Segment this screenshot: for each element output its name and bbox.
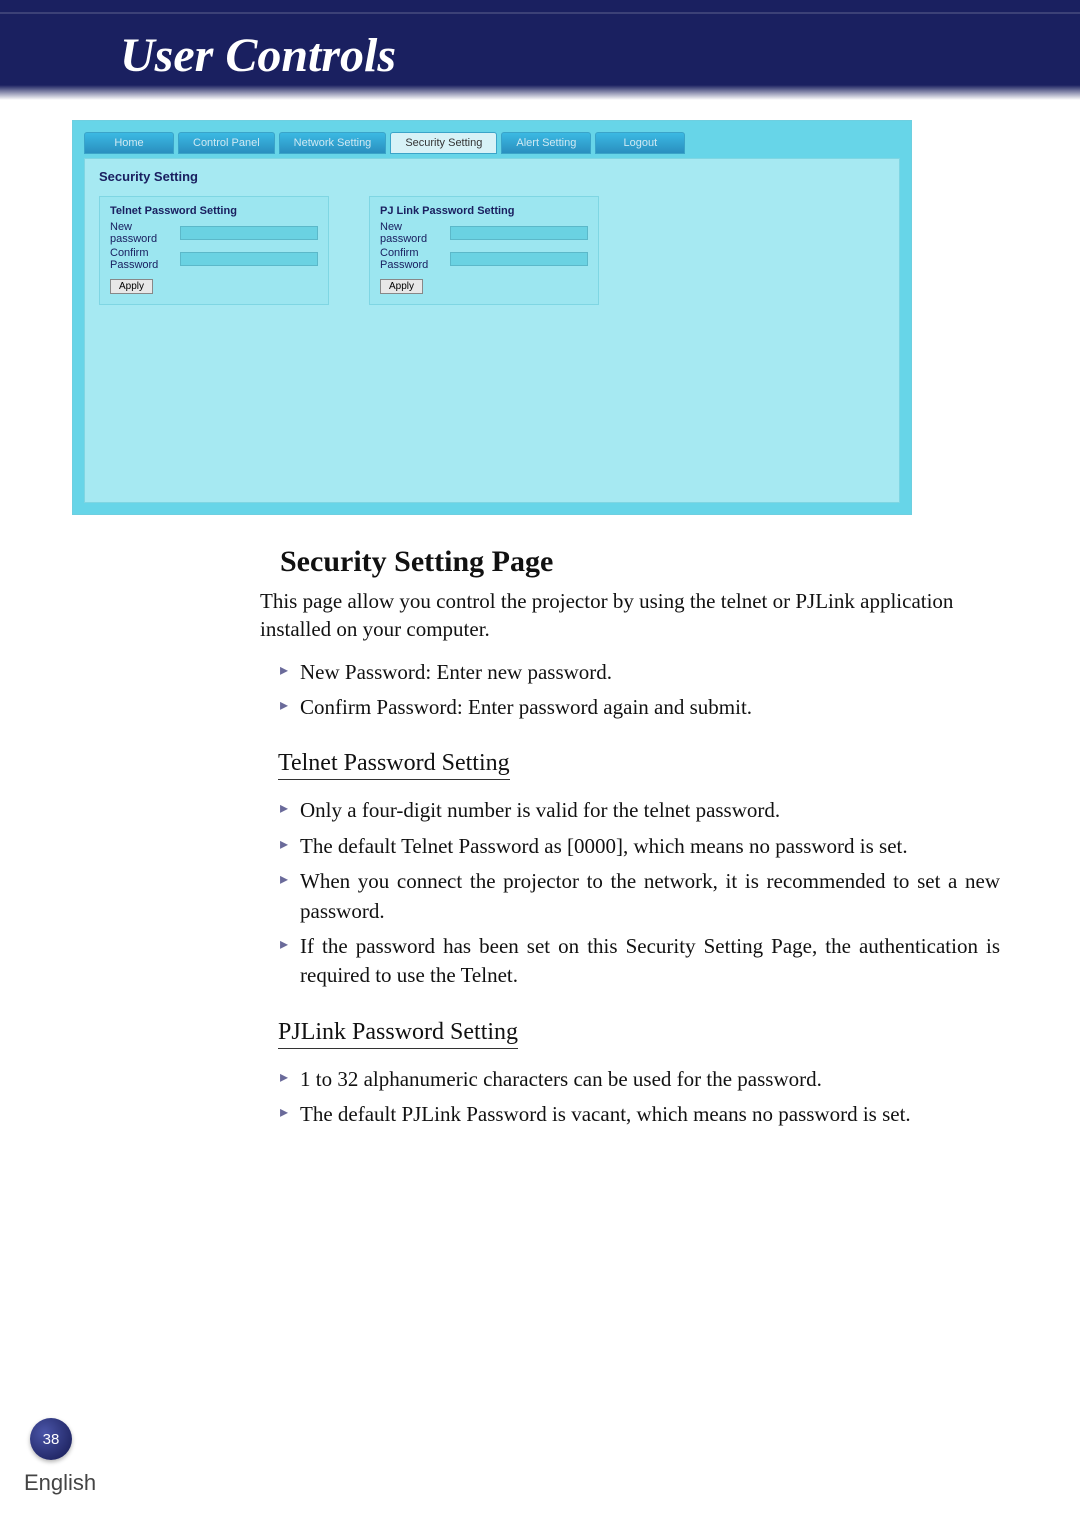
chapter-header: User Controls [0,0,1080,100]
panel-title: Security Setting [99,169,885,184]
telnet-confirm-password-label: Confirm Password [110,247,180,271]
telnet-new-password-input[interactable] [180,226,318,240]
list-item: 1 to 32 alphanumeric characters can be u… [280,1065,1000,1094]
list-item: The default Telnet Password as [0000], w… [280,832,1000,861]
list-item: Only a four-digit number is valid for th… [280,796,1000,825]
list-item: If the password has been set on this Sec… [280,932,1000,991]
telnet-confirm-password-input[interactable] [180,252,318,266]
pjlink-new-password-label: New password [380,221,450,245]
telnet-new-password-label: New password [110,221,180,245]
body-content: Security Setting Page This page allow yo… [260,545,1000,1130]
tab-bar: Home Control Panel Network Setting Secur… [84,132,685,154]
telnet-block-title: Telnet Password Setting [110,205,318,217]
pjlink-block: PJ Link Password Setting New password Co… [369,196,599,305]
telnet-block: Telnet Password Setting New password Con… [99,196,329,305]
tab-network-setting[interactable]: Network Setting [279,132,387,154]
embedded-screenshot: Home Control Panel Network Setting Secur… [72,120,912,515]
list-item: Confirm Password: Enter password again a… [280,693,1000,722]
intro-paragraph: This page allow you control the projecto… [260,587,1000,644]
security-panel: Security Setting Telnet Password Setting… [84,158,900,503]
pjlink-block-title: PJ Link Password Setting [380,205,588,217]
top-bullet-list: New Password: Enter new password. Confir… [260,658,1000,723]
tab-control-panel[interactable]: Control Panel [178,132,275,154]
section-title: Security Setting Page [280,545,1000,579]
list-item: The default PJLink Password is vacant, w… [280,1100,1000,1129]
pjlink-confirm-password-input[interactable] [450,252,588,266]
tab-home[interactable]: Home [84,132,174,154]
page-number-badge: 38 [30,1418,72,1460]
pjlink-bullet-list: 1 to 32 alphanumeric characters can be u… [260,1065,1000,1130]
tab-alert-setting[interactable]: Alert Setting [501,132,591,154]
tab-security-setting[interactable]: Security Setting [390,132,497,154]
telnet-bullet-list: Only a four-digit number is valid for th… [260,796,1000,990]
language-label: English [24,1470,96,1496]
chapter-title: User Controls [120,28,396,83]
telnet-heading: Telnet Password Setting [278,750,510,780]
pjlink-apply-button[interactable]: Apply [380,279,423,294]
list-item: When you connect the projector to the ne… [280,867,1000,926]
pjlink-new-password-input[interactable] [450,226,588,240]
tab-logout[interactable]: Logout [595,132,685,154]
pjlink-heading: PJLink Password Setting [278,1019,518,1049]
telnet-apply-button[interactable]: Apply [110,279,153,294]
pjlink-confirm-password-label: Confirm Password [380,247,450,271]
list-item: New Password: Enter new password. [280,658,1000,687]
